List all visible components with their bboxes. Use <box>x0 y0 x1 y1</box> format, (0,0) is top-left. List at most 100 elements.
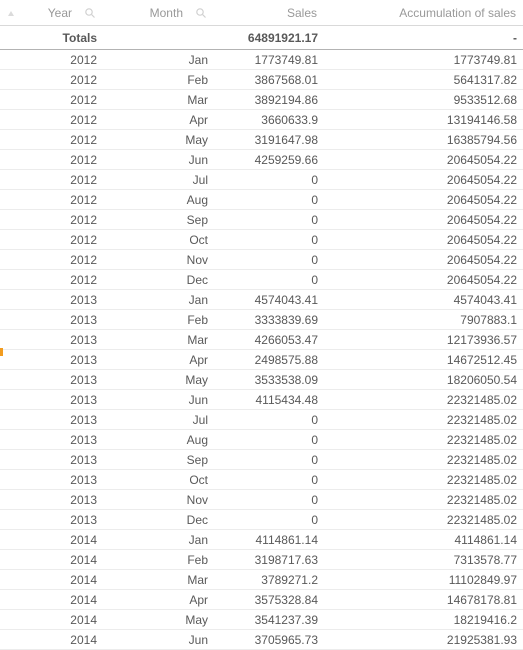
table-row[interactable]: 2014Apr3575328.8414678178.81 <box>0 590 523 610</box>
column-header-accumulation[interactable]: Accumulation of sales <box>324 0 523 25</box>
cell-acc: 7907883.1 <box>324 313 523 327</box>
cell-month: Oct <box>103 233 214 247</box>
cell-acc: 11102849.97 <box>324 573 523 587</box>
cell-sales: 3789271.2 <box>214 573 324 587</box>
cell-month: Sep <box>103 213 214 227</box>
cell-acc: 20645054.22 <box>324 253 523 267</box>
cell-sales: 3533538.09 <box>214 373 324 387</box>
cell-month: May <box>103 373 214 387</box>
cell-acc: 22321485.02 <box>324 473 523 487</box>
table-row[interactable]: 2013Sep022321485.02 <box>0 450 523 470</box>
cell-month: Jan <box>103 293 214 307</box>
table-row[interactable]: 2012Nov020645054.22 <box>0 250 523 270</box>
table-row[interactable]: 2013Jun4115434.4822321485.02 <box>0 390 523 410</box>
table-row[interactable]: 2012Jul020645054.22 <box>0 170 523 190</box>
cell-month: May <box>103 613 214 627</box>
table-row[interactable]: 2014Jan4114861.144114861.14 <box>0 530 523 550</box>
cell-year: 2012 <box>0 253 103 267</box>
magnifier-icon[interactable] <box>195 7 207 19</box>
cell-acc: 20645054.22 <box>324 153 523 167</box>
cell-acc: 14678178.81 <box>324 593 523 607</box>
cell-year: 2012 <box>0 53 103 67</box>
table-row[interactable]: 2012Aug020645054.22 <box>0 190 523 210</box>
cell-acc: 14672512.45 <box>324 353 523 367</box>
cell-year: 2012 <box>0 273 103 287</box>
cell-sales: 3705965.73 <box>214 633 324 647</box>
cell-year: 2013 <box>0 373 103 387</box>
table-row[interactable]: 2013Mar4266053.4712173936.57 <box>0 330 523 350</box>
cell-sales: 0 <box>214 273 324 287</box>
cell-month: Sep <box>103 453 214 467</box>
cell-acc: 9533512.68 <box>324 93 523 107</box>
table-row[interactable]: 2012Mar3892194.869533512.68 <box>0 90 523 110</box>
cell-year: 2012 <box>0 153 103 167</box>
column-header-sales[interactable]: Sales <box>214 0 324 25</box>
table-row[interactable]: 2013May3533538.0918206050.54 <box>0 370 523 390</box>
table-row[interactable]: 2012Apr3660633.913194146.58 <box>0 110 523 130</box>
cell-acc: 18219416.2 <box>324 613 523 627</box>
column-header-month[interactable]: Month <box>103 0 214 25</box>
table-row[interactable]: 2014May3541237.3918219416.2 <box>0 610 523 630</box>
cell-year: 2014 <box>0 573 103 587</box>
totals-sales: 64891921.17 <box>214 31 324 45</box>
cell-year: 2012 <box>0 113 103 127</box>
table-row[interactable]: 2013Jul022321485.02 <box>0 410 523 430</box>
cell-month: Apr <box>103 593 214 607</box>
cell-sales: 1773749.81 <box>214 53 324 67</box>
cell-acc: 12173936.57 <box>324 333 523 347</box>
cell-sales: 3892194.86 <box>214 93 324 107</box>
totals-label: Totals <box>0 31 103 45</box>
cell-acc: 20645054.22 <box>324 173 523 187</box>
cell-sales: 3575328.84 <box>214 593 324 607</box>
table-row[interactable]: 2012Jun4259259.6620645054.22 <box>0 150 523 170</box>
cell-month: Jun <box>103 633 214 647</box>
cell-month: Feb <box>103 313 214 327</box>
cell-month: Mar <box>103 573 214 587</box>
table-row[interactable]: 2012Sep020645054.22 <box>0 210 523 230</box>
cell-month: Jan <box>103 53 214 67</box>
table-row[interactable]: 2012Oct020645054.22 <box>0 230 523 250</box>
column-label: Accumulation of sales <box>399 6 516 20</box>
cell-month: Jun <box>103 153 214 167</box>
cell-year: 2012 <box>0 173 103 187</box>
cell-acc: 16385794.56 <box>324 133 523 147</box>
table-row[interactable]: 2012Dec020645054.22 <box>0 270 523 290</box>
table-row[interactable]: 2014Jun3705965.7321925381.93 <box>0 630 523 650</box>
table-row[interactable]: 2012May3191647.9816385794.56 <box>0 130 523 150</box>
table-row[interactable]: 2013Feb3333839.697907883.1 <box>0 310 523 330</box>
table-row[interactable]: 2013Aug022321485.02 <box>0 430 523 450</box>
cell-acc: 20645054.22 <box>324 213 523 227</box>
table-row[interactable]: 2013Dec022321485.02 <box>0 510 523 530</box>
cell-month: Dec <box>103 513 214 527</box>
magnifier-icon[interactable] <box>84 7 96 19</box>
table-row[interactable]: 2014Mar3789271.211102849.97 <box>0 570 523 590</box>
table-row[interactable]: 2014Feb3198717.637313578.77 <box>0 550 523 570</box>
cell-sales: 0 <box>214 193 324 207</box>
cell-year: 2014 <box>0 613 103 627</box>
table-row[interactable]: 2012Feb3867568.015641317.82 <box>0 70 523 90</box>
cell-year: 2012 <box>0 213 103 227</box>
cell-sales: 0 <box>214 453 324 467</box>
cell-acc: 1773749.81 <box>324 53 523 67</box>
cell-year: 2013 <box>0 313 103 327</box>
cell-acc: 22321485.02 <box>324 513 523 527</box>
table-row[interactable]: 2013Nov022321485.02 <box>0 490 523 510</box>
table-row[interactable]: 2012Jan1773749.811773749.81 <box>0 50 523 70</box>
table-row[interactable]: 2013Apr2498575.8814672512.45 <box>0 350 523 370</box>
column-label: Sales <box>287 6 317 20</box>
cell-year: 2013 <box>0 393 103 407</box>
table-row[interactable]: 2013Jan4574043.414574043.41 <box>0 290 523 310</box>
column-header-year[interactable]: Year <box>0 0 103 25</box>
cell-acc: 22321485.02 <box>324 493 523 507</box>
cell-year: 2014 <box>0 553 103 567</box>
cell-month: Dec <box>103 273 214 287</box>
cell-month: Apr <box>103 113 214 127</box>
cell-sales: 4115434.48 <box>214 393 324 407</box>
cell-year: 2012 <box>0 73 103 87</box>
table-row[interactable]: 2013Oct022321485.02 <box>0 470 523 490</box>
cell-sales: 0 <box>214 413 324 427</box>
cell-month: Feb <box>103 553 214 567</box>
cell-month: Jan <box>103 533 214 547</box>
cell-acc: 20645054.22 <box>324 233 523 247</box>
cell-acc: 22321485.02 <box>324 433 523 447</box>
